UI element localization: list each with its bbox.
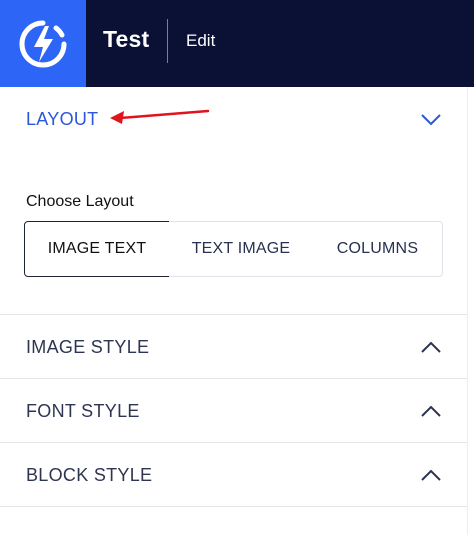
section-divider (0, 506, 468, 507)
layout-option-image-text[interactable]: IMAGE TEXT (24, 221, 170, 277)
layout-section-label: LAYOUT (26, 109, 99, 129)
image-style-label: IMAGE STYLE (26, 337, 150, 357)
block-style-section-header[interactable]: BLOCK STYLE (0, 443, 468, 506)
chevron-down-icon[interactable] (419, 107, 443, 131)
lightning-bolt-icon (19, 20, 67, 67)
annotation-arrow-icon (110, 109, 210, 124)
chevron-up-icon[interactable] (419, 463, 443, 487)
layout-section-header[interactable]: LAYOUT (0, 100, 468, 140)
layout-option-label: IMAGE TEXT (47, 240, 147, 257)
choose-layout-label: Choose Layout (26, 193, 134, 210)
font-style-section-header[interactable]: FONT STYLE (0, 379, 468, 442)
font-style-label: FONT STYLE (26, 401, 140, 421)
image-style-section-header[interactable]: IMAGE STYLE (0, 315, 468, 378)
page-title: Test (103, 26, 150, 52)
layout-option-label: TEXT IMAGE (191, 240, 291, 257)
header-divider (167, 19, 168, 63)
edit-button[interactable]: Edit (186, 31, 215, 51)
app-logo[interactable] (0, 0, 86, 87)
chevron-up-icon[interactable] (419, 335, 443, 359)
top-header: Test Edit (0, 0, 474, 87)
block-style-label: BLOCK STYLE (26, 465, 153, 485)
chevron-up-icon[interactable] (419, 399, 443, 423)
panel-edge (467, 87, 474, 535)
layout-option-text-image[interactable]: TEXT IMAGE (169, 221, 314, 277)
layout-option-columns[interactable]: COLUMNS (313, 221, 443, 277)
layout-option-label: COLUMNS (336, 240, 419, 257)
